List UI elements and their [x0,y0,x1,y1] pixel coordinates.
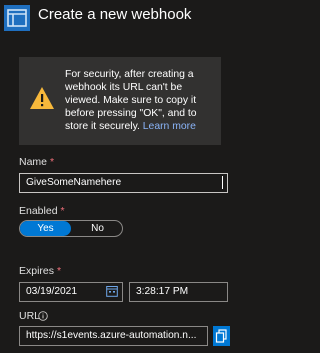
learn-more-link[interactable]: Learn more [143,121,196,132]
calendar-icon[interactable] [106,285,118,297]
webhook-url-field[interactable]: https://s1events.azure-automation.n... [19,326,208,346]
expires-label: Expires * [19,265,62,277]
security-warning: For security, after creating a webhook i… [19,57,221,145]
text-caret [222,176,223,189]
webhook-panel-icon [4,5,30,31]
page-title: Create a new webhook [38,6,192,23]
warning-icon [30,87,54,109]
name-input[interactable]: GiveSomeNamehere [19,173,228,193]
required-asterisk: * [50,156,55,168]
copy-icon [215,329,227,343]
enabled-no-option[interactable]: No [73,221,122,236]
enabled-yes-option[interactable]: Yes [20,221,71,236]
warning-message: For security, after creating a webhook i… [65,68,217,133]
name-label: Name * [19,156,55,168]
required-asterisk: * [60,205,65,217]
enabled-label: Enabled * [19,205,65,217]
info-icon[interactable] [38,311,48,321]
copy-url-button[interactable] [213,326,230,346]
expiry-time-input[interactable]: 3:28:17 PM [129,282,228,302]
panel-header: Create a new webhook [0,0,241,34]
enabled-toggle[interactable]: Yes No [19,220,123,237]
url-label: URL [19,310,41,322]
required-asterisk: * [57,265,62,277]
